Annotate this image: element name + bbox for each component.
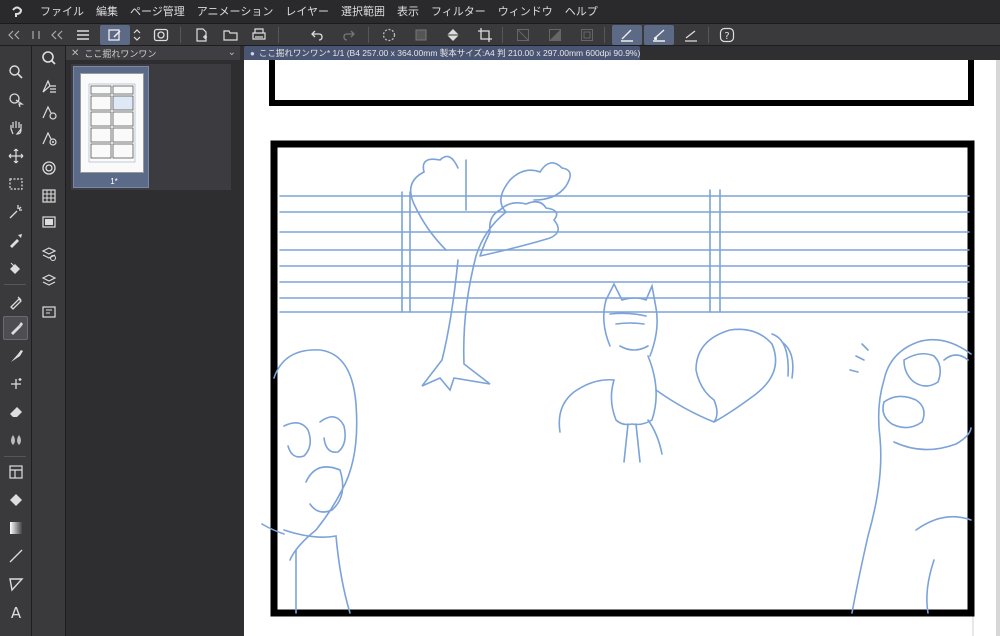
svg-text:?: ? [724, 31, 729, 42]
menu-icon[interactable] [72, 25, 94, 45]
auto-select-icon[interactable] [3, 200, 28, 224]
page-tab[interactable]: ✕ ここ掘れワンワン [66, 46, 240, 60]
separator [278, 27, 279, 43]
redo-icon[interactable] [338, 25, 360, 45]
navigator-icon[interactable] [36, 210, 61, 234]
page-thumbnail-selected[interactable]: 1* [73, 66, 149, 188]
page-manager-icon[interactable] [100, 25, 130, 45]
menu-help[interactable]: ヘルプ [559, 0, 604, 24]
text-icon[interactable]: A [3, 600, 28, 624]
document-tab[interactable]: ● ここ掘れワンワン* 1/1 (B4 257.00 x 364.00mm 製本… [244, 46, 640, 60]
separator [180, 27, 181, 43]
pencil-sketch [261, 155, 972, 614]
selection-icon[interactable] [3, 172, 28, 196]
fill-transform-icon[interactable] [410, 25, 432, 45]
sort-icon[interactable] [130, 25, 144, 45]
menu-layer[interactable]: レイヤー [279, 0, 335, 24]
gradient-icon[interactable] [3, 516, 28, 540]
close-icon[interactable]: ✕ [66, 48, 84, 59]
tool-property-icon[interactable] [36, 100, 61, 124]
hand-icon[interactable] [3, 116, 28, 140]
fill-bucket-icon[interactable] [3, 256, 28, 280]
brush-size-icon[interactable] [36, 126, 61, 150]
sub-tool-palette [32, 46, 66, 636]
separator [368, 27, 369, 43]
layer-search-icon[interactable] [36, 46, 61, 70]
separator [708, 27, 709, 43]
new-page-icon[interactable] [190, 25, 212, 45]
menu-file[interactable]: ファイル [34, 0, 90, 24]
decoration-icon[interactable] [3, 372, 28, 396]
rotate-icon[interactable] [378, 25, 400, 45]
separator [604, 27, 605, 43]
page-list: 1* [71, 64, 231, 190]
menu-page-management[interactable]: ページ管理 [124, 0, 191, 24]
page-thumbnail [80, 73, 144, 173]
fill-tool-icon[interactable] [3, 488, 28, 512]
help-icon[interactable]: ? [716, 25, 738, 45]
menu-selection[interactable]: 選択範囲 [335, 0, 391, 24]
eyedropper-icon[interactable] [3, 228, 28, 252]
fill-icon[interactable] [442, 25, 464, 45]
menu-filter[interactable]: フィルター [425, 0, 492, 24]
frame-border-top [269, 60, 974, 106]
zoom-icon[interactable] [3, 60, 28, 84]
ruler-icon[interactable] [3, 572, 28, 596]
print-icon[interactable] [248, 25, 270, 45]
menu-view[interactable]: 表示 [391, 0, 425, 24]
collapse-left-icon[interactable] [4, 25, 24, 45]
menu-edit[interactable]: 編集 [90, 0, 124, 24]
unsaved-dot-icon: ● [250, 48, 255, 58]
color-set-icon[interactable] [36, 184, 61, 208]
vertical-scrollbar[interactable] [996, 60, 1000, 636]
figure-icon[interactable] [3, 544, 28, 568]
svg-text:A: A [10, 604, 21, 620]
layer-view-icon[interactable] [150, 25, 172, 45]
menu-animation[interactable]: アニメーション [191, 0, 280, 24]
canvas[interactable] [244, 60, 1000, 636]
pen-settings-icon[interactable] [612, 25, 642, 45]
tool-palette: A [0, 46, 32, 636]
document-title: ここ掘れワンワン* 1/1 (B4 257.00 x 364.00mm 製本サイ… [258, 48, 640, 58]
timeline-icon[interactable] [36, 300, 61, 324]
open-icon[interactable] [220, 25, 242, 45]
frame-border-icon[interactable] [3, 460, 28, 484]
menu-window[interactable]: ウィンドウ [492, 0, 559, 24]
page-tab-title: ここ掘れワンワン [84, 48, 157, 59]
layers-icon[interactable] [36, 268, 61, 292]
pencil-icon[interactable] [3, 316, 28, 340]
blend-icon[interactable] [3, 428, 28, 452]
page-manager-panel: ✕ ここ掘れワンワン ⌄ 1* [66, 46, 240, 636]
crop-icon[interactable] [474, 25, 496, 45]
separator [502, 27, 503, 43]
clip-studio-logo-icon[interactable] [0, 0, 34, 24]
move-icon[interactable] [3, 144, 28, 168]
command-bar: ? [0, 24, 1000, 46]
layer-property-icon[interactable] [36, 74, 61, 98]
brush-icon[interactable] [3, 344, 28, 368]
ruler-snap-icon[interactable] [680, 25, 702, 45]
pen-icon[interactable] [3, 290, 28, 314]
clear-outside-icon[interactable] [512, 25, 534, 45]
chevron-down-icon[interactable]: ⌄ [228, 47, 236, 58]
page-number: 1* [110, 177, 118, 186]
manga-page [261, 60, 975, 636]
brush-settings-icon[interactable] [644, 25, 674, 45]
fill-selection-icon[interactable] [544, 25, 566, 45]
panel-toggle-icon[interactable] [26, 25, 46, 45]
frame-icon[interactable] [576, 25, 598, 45]
collapse-sub-icon[interactable] [48, 25, 66, 45]
object-select-icon[interactable] [3, 88, 28, 112]
undo-icon[interactable] [306, 25, 328, 45]
eraser-icon[interactable] [3, 400, 28, 424]
menu-bar: ファイル 編集 ページ管理 アニメーション レイヤー 選択範囲 表示 フィルター… [0, 0, 1000, 24]
material-icon[interactable] [36, 242, 61, 266]
canvas-area: ● ここ掘れワンワン* 1/1 (B4 257.00 x 364.00mm 製本… [240, 46, 1000, 636]
color-wheel-icon[interactable] [36, 156, 61, 180]
